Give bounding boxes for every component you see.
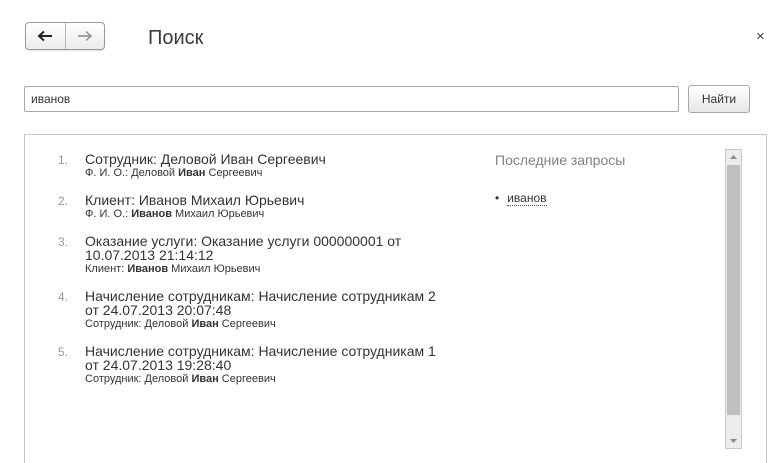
scroll-down-button[interactable] [726, 434, 741, 448]
result-detail-match: Иванов [131, 208, 172, 220]
result-title-line: от 24.07.2013 19:28:40 [85, 357, 232, 373]
result-detail: Сотрудник: Деловой Иван Сергеевич [85, 373, 495, 386]
result-title-link[interactable]: Оказание услуги: Оказание услуги 0000000… [85, 234, 495, 262]
result-detail-text: Сотрудник: Деловой [85, 318, 192, 330]
arrow-right-icon [77, 30, 92, 42]
result-title-line: Оказание услуги: Оказание услуги 0000000… [85, 233, 402, 249]
result-number: 2. [58, 194, 69, 208]
scroll-up-arrow-icon [730, 155, 737, 159]
page-title: Поиск [148, 27, 204, 49]
result-number: 4. [58, 290, 69, 304]
find-button[interactable]: Найти [688, 85, 750, 113]
scrollbar-thumb[interactable] [727, 165, 740, 415]
result-detail: Ф. И. О.: Деловой Иван Сергеевич [85, 167, 495, 180]
results-list: 1. Сотрудник: Деловой Иван Сергеевич Ф. И.… [25, 152, 495, 399]
scrollbar[interactable] [725, 149, 742, 449]
result-item: 2. Клиент: Иванов Михаил Юрьевич Ф. И. О.:… [25, 193, 495, 221]
search-input[interactable] [24, 86, 679, 112]
result-number: 3. [58, 235, 69, 249]
recent-query-item: • иванов [495, 191, 547, 206]
result-title-link[interactable]: Клиент: Иванов Михаил Юрьевич [85, 193, 495, 207]
scroll-down-arrow-icon [730, 439, 737, 443]
result-detail-match: Иван [191, 373, 219, 385]
result-title-link[interactable]: Начисление сотрудникам: Начисление сотру… [85, 289, 495, 317]
result-title-line: Клиент: Иванов Михаил Юрьевич [85, 192, 305, 208]
result-title-link[interactable]: Начисление сотрудникам: Начисление сотру… [85, 344, 495, 372]
back-button[interactable] [26, 23, 65, 49]
result-title-line: 10.07.2013 21:14:12 [85, 247, 214, 263]
result-detail-text: Сотрудник: Деловой [85, 373, 192, 385]
recent-query-link[interactable]: иванов [507, 191, 547, 206]
bullet-icon: • [495, 191, 500, 205]
result-detail-text: Сергеевич [218, 318, 276, 330]
result-detail-text: Клиент: [85, 263, 128, 275]
result-title-line: от 24.07.2013 20:07:48 [85, 302, 232, 318]
result-title-line: Начисление сотрудникам: Начисление сотру… [85, 343, 436, 359]
result-detail-text: Сергеевич [218, 373, 276, 385]
result-number: 5. [58, 345, 69, 359]
scroll-up-button[interactable] [726, 150, 741, 164]
result-detail-text: Михаил Юрьевич [168, 263, 261, 275]
close-icon[interactable]: × [756, 29, 765, 45]
result-detail-match: Иванов [127, 263, 169, 275]
results-panel: 1. Сотрудник: Деловой Иван Сергеевич Ф. И.… [24, 134, 767, 463]
result-detail-text: Ф. И. О.: Деловой [85, 167, 179, 179]
result-detail-match: Иван [178, 167, 206, 179]
forward-button[interactable] [64, 23, 105, 49]
result-detail-text: Сергеевич [205, 167, 263, 179]
result-title-line: Сотрудник: Деловой Иван Сергеевич [85, 151, 326, 167]
recent-queries-label: Последние запросы [495, 152, 626, 168]
result-item: 5. Начисление сотрудникам: Начисление сот… [25, 344, 495, 386]
result-detail-match: Иван [191, 318, 219, 330]
result-title-line: Начисление сотрудникам: Начисление сотру… [85, 288, 436, 304]
result-detail: Ф. И. О.: Иванов Михаил Юрьевич [85, 208, 495, 221]
result-detail-text: Ф. И. О.: [85, 208, 132, 220]
result-item: 1. Сотрудник: Деловой Иван Сергеевич Ф. И.… [25, 152, 495, 180]
result-item: 3. Оказание услуги: Оказание услуги 00000… [25, 234, 495, 276]
result-number: 1. [58, 153, 69, 167]
recent-queries-list: • иванов [495, 191, 547, 206]
arrow-left-icon [37, 30, 53, 42]
result-detail-text: Михаил Юрьевич [172, 208, 265, 220]
result-detail: Сотрудник: Деловой Иван Сергеевич [85, 318, 495, 331]
result-title-link[interactable]: Сотрудник: Деловой Иван Сергеевич [85, 152, 495, 166]
navigation-buttons [25, 22, 105, 50]
result-item: 4. Начисление сотрудникам: Начисление сот… [25, 289, 495, 331]
result-detail: Клиент: Иванов Михаил Юрьевич [85, 263, 495, 276]
